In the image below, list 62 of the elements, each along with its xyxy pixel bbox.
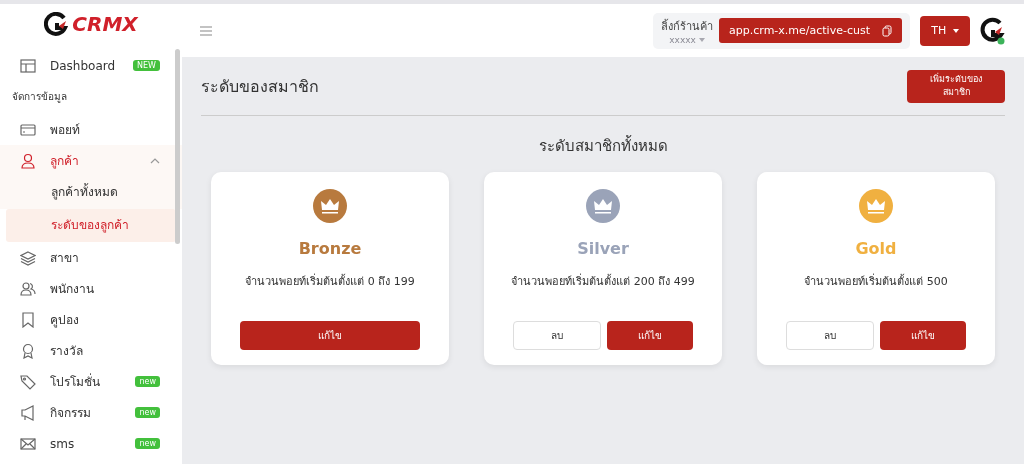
chevron-icon <box>150 157 160 164</box>
edit-button[interactable]: แก้ไข <box>240 321 420 350</box>
item-label: กิจกรรม <box>50 405 92 422</box>
language-button[interactable]: TH <box>920 15 970 46</box>
sidebar-item[interactable]: รางวัล <box>0 335 182 366</box>
mail-icon <box>20 435 36 452</box>
link-field[interactable]: app.crm-x.me/active-cust <box>719 18 902 43</box>
sidebar-item[interactable]: กิจกรรม new <box>0 397 182 428</box>
logo-text: CRMX <box>72 12 138 36</box>
level-description: จำนวนพอยท์เริ่มต้นตั้งแต่ 200 ถึง 499 <box>511 272 695 290</box>
sidebar-item[interactable]: พนักงาน <box>0 273 182 304</box>
submenu-item[interactable]: ระดับของลูกค้า <box>6 209 176 242</box>
card-icon <box>20 121 36 138</box>
item-label: พอยท์ <box>50 122 81 139</box>
level-description: จำนวนพอยท์เริ่มต้นตั้งแต่ 0 ถึง 199 <box>245 272 415 290</box>
add-level-button[interactable]: เพิ่มระดับของสมาชิก <box>907 69 1005 103</box>
new-badge: NEW <box>133 60 160 71</box>
avatar-icon[interactable] <box>980 16 1006 45</box>
level-name: Gold <box>855 239 897 258</box>
level-description: จำนวนพอยท์เริ่มต้นตั้งแต่ 500 <box>804 272 948 290</box>
new-badge: new <box>135 376 160 387</box>
caret-icon <box>952 29 959 33</box>
layers-icon <box>20 249 36 266</box>
item-label: คูปอง <box>50 312 80 329</box>
section-label: จัดการข้อมูล <box>11 90 68 105</box>
level-name: Bronze <box>298 239 362 258</box>
people-icon <box>20 280 36 297</box>
new-badge: new <box>135 438 160 449</box>
caret-icon <box>698 37 705 42</box>
delete-button[interactable]: ลบ <box>786 321 874 350</box>
new-badge: new <box>135 407 160 418</box>
sidebar-item[interactable]: โปรโมชั่น new <box>0 366 182 397</box>
page-title: ระดับของสมาชิก <box>201 75 319 98</box>
edit-button[interactable]: แก้ไข <box>607 321 693 350</box>
tag-icon <box>20 373 36 390</box>
item-label: พนักงาน <box>50 281 95 298</box>
megaphone-icon <box>20 404 36 421</box>
section-title: ระดับสมาชิกทั้งหมด <box>537 134 669 157</box>
scrollbar[interactable] <box>175 49 180 244</box>
dashboard-icon <box>20 57 36 74</box>
submenu-item[interactable]: ลูกค้าทั้งหมด <box>0 176 182 209</box>
sidebar-item[interactable]: sms new <box>0 428 182 459</box>
sidebar-item[interactable]: Dashboard NEW <box>0 50 182 81</box>
copy-icon[interactable] <box>882 24 892 37</box>
store-link-label: ลิ้งก์ร้านค้า <box>661 18 714 35</box>
item-label: sms <box>50 436 76 451</box>
item-label: โปรโมชั่น <box>50 372 101 391</box>
sidebar-item[interactable]: พอยท์ <box>0 114 182 145</box>
item-label: Dashboard <box>50 58 117 73</box>
level-name: Silver <box>577 239 629 258</box>
delete-button[interactable]: ลบ <box>513 321 601 350</box>
item-label: รางวัล <box>50 343 84 360</box>
item-label: สาขา <box>50 250 80 267</box>
item-label: ลูกค้า <box>50 153 80 170</box>
logo-icon <box>44 12 69 36</box>
person-icon <box>20 152 36 169</box>
sidebar-item[interactable]: สาขา <box>0 242 182 273</box>
edit-button[interactable]: แก้ไข <box>880 321 966 350</box>
sidebar-item[interactable]: คูปอง <box>0 304 182 335</box>
sidebar-item[interactable]: ลูกค้า <box>0 145 182 176</box>
bookmark-icon <box>20 311 36 328</box>
award-icon <box>20 342 36 359</box>
